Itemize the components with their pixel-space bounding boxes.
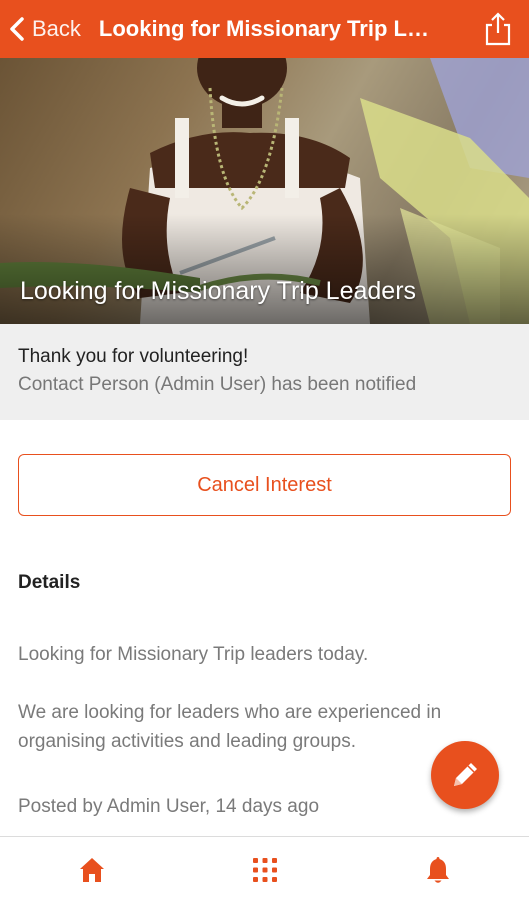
page-title: Looking for Missionary Trip Lead... xyxy=(98,16,439,41)
bottom-navigation xyxy=(0,836,529,900)
edit-fab-button[interactable] xyxy=(431,741,499,809)
hero-image: Looking for Missionary Trip Leaders xyxy=(0,58,529,324)
share-icon[interactable] xyxy=(483,11,513,47)
hero-title: Looking for Missionary Trip Leaders xyxy=(20,277,417,305)
confirmation-title: Thank you for volunteering! xyxy=(18,346,249,367)
pencil-icon xyxy=(454,763,477,786)
home-icon[interactable] xyxy=(77,855,107,885)
bell-icon[interactable] xyxy=(423,855,453,885)
volunteer-confirmation: Thank you for volunteering! Contact Pers… xyxy=(0,324,529,420)
posted-by: Posted by Admin User, 14 days ago xyxy=(18,796,320,817)
details-description: Looking for Missionary Trip leaders toda… xyxy=(18,640,498,756)
hero-gradient xyxy=(0,214,529,324)
details-heading: Details xyxy=(18,572,81,593)
confirmation-subtitle: Contact Person (Admin User) has been not… xyxy=(18,374,417,395)
chevron-left-icon xyxy=(10,17,24,41)
back-button[interactable]: Back xyxy=(0,0,81,58)
cancel-interest-button[interactable]: Cancel Interest xyxy=(18,454,511,516)
top-app-bar: Back Looking for Missionary Trip Lead... xyxy=(0,0,529,58)
description-paragraph: We are looking for leaders who are exper… xyxy=(18,702,442,752)
grid-icon[interactable] xyxy=(250,855,280,885)
description-paragraph: Looking for Missionary Trip leaders toda… xyxy=(18,644,369,665)
back-label: Back xyxy=(32,16,81,41)
